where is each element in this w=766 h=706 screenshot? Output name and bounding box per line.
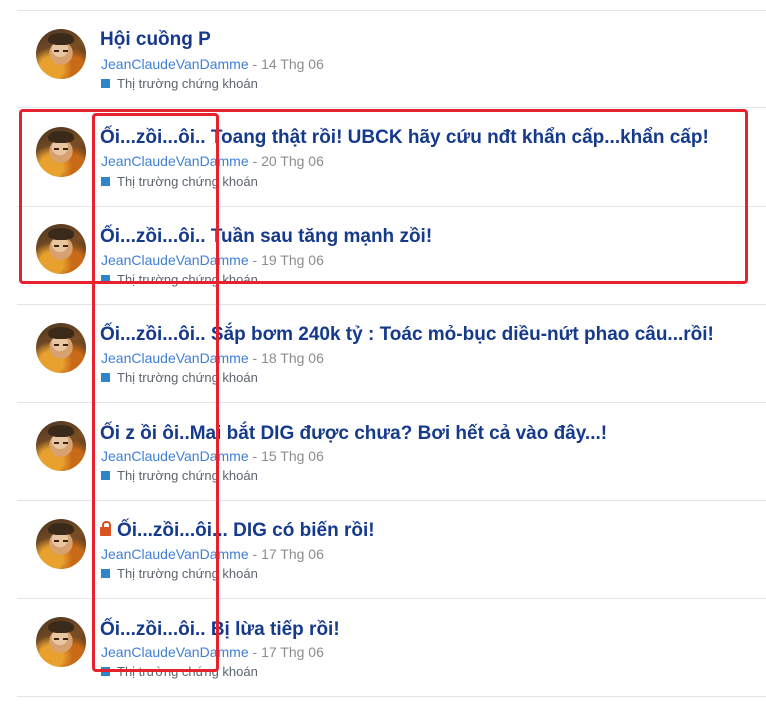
forum-marker-icon <box>101 79 110 88</box>
forum-tag[interactable]: Thị trường chứng khoán <box>101 76 258 92</box>
thread-title[interactable]: Hội cuồng P <box>100 28 211 52</box>
avatar[interactable] <box>36 29 86 79</box>
avatar[interactable] <box>36 617 86 667</box>
thread-date: 14 Thg 06 <box>261 56 324 72</box>
thread-row[interactable]: Hội cuồng P JeanClaudeVanDamme - 14 Thg … <box>17 11 766 108</box>
thread-meta: JeanClaudeVanDamme - 14 Thg 06 <box>101 56 324 72</box>
thread-date: 17 Thg 06 <box>261 644 324 660</box>
thread-date: 18 Thg 06 <box>261 350 324 366</box>
author-link[interactable]: JeanClaudeVanDamme <box>101 56 249 72</box>
highlight-box-vertical <box>92 113 219 672</box>
thread-date: 17 Thg 06 <box>261 546 324 562</box>
avatar[interactable] <box>36 421 86 471</box>
avatar[interactable] <box>36 323 86 373</box>
thread-date: 15 Thg 06 <box>261 448 324 464</box>
avatar[interactable] <box>36 519 86 569</box>
